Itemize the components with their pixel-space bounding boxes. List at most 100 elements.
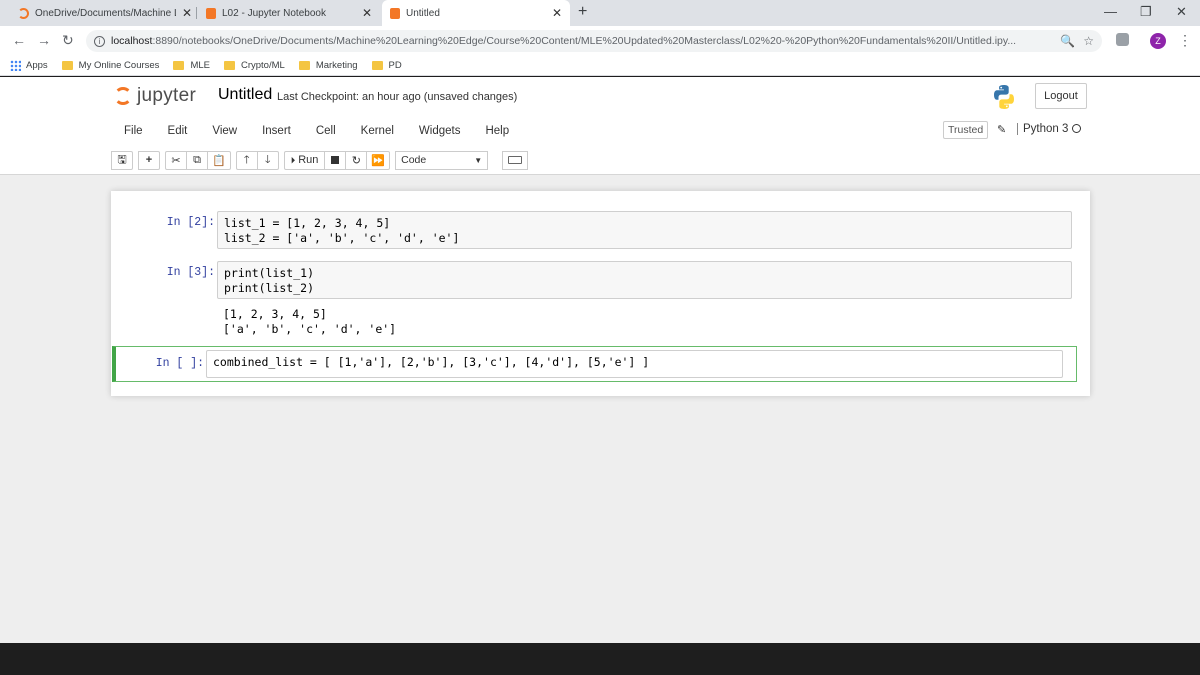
profile-avatar[interactable]: Z [1150, 33, 1166, 49]
close-tab-icon[interactable]: ✕ [362, 6, 372, 20]
checkpoint-status: Last Checkpoint: an hour ago (unsaved ch… [277, 91, 518, 103]
menu-edit[interactable]: Edit [168, 119, 188, 143]
restart-kernel-button[interactable]: ↻ [345, 150, 368, 170]
new-tab-icon[interactable]: + [578, 3, 587, 21]
run-button[interactable]: ⏵ Run [283, 150, 326, 170]
browser-tabstrip: OneDrive/Documents/Machine L ✕ L02 - Jup… [0, 0, 1200, 26]
address-bar-row: ← → ↻ i localhost:8890/notebooks/OneDriv… [0, 26, 1200, 56]
browser-tab-onedrive[interactable]: OneDrive/Documents/Machine L ✕ [10, 0, 200, 26]
move-up-button[interactable]: 🡑 [235, 150, 258, 170]
menu-insert[interactable]: Insert [262, 119, 291, 143]
back-icon[interactable]: ← [12, 32, 26, 48]
restore-icon[interactable]: ❐ [1140, 4, 1152, 20]
browser-menu-icon[interactable]: ⋮ [1178, 32, 1192, 49]
close-window-icon[interactable]: ✕ [1176, 4, 1187, 20]
jupyter-logo[interactable]: jupyter [114, 85, 196, 107]
code-line: list_1 = [1, 2, 3, 4, 5] [224, 216, 391, 230]
browser-tab-untitled[interactable]: Untitled ✕ [382, 0, 570, 26]
code-line: list_2 = ['a', 'b', 'c', 'd', 'e'] [224, 231, 460, 245]
folder-icon [298, 61, 310, 70]
code-cell[interactable]: In [2]: list_1 = [1, 2, 3, 4, 5] list_2 … [123, 209, 1073, 249]
paste-button[interactable]: 📋 [207, 150, 231, 170]
copy-icon: ⧉ [193, 153, 201, 166]
insert-cell-button[interactable]: + [138, 150, 160, 170]
kernel-idle-icon [1072, 124, 1082, 133]
notebook-favicon-icon [206, 7, 216, 19]
edit-mode-pencil-icon: ✎ [997, 124, 1007, 136]
folder-icon [371, 61, 383, 70]
code-cell[interactable]: In [3]: print(list_1) print(list_2) [1, … [123, 259, 1073, 339]
code-input[interactable]: print(list_1) print(list_2) [217, 261, 1072, 299]
code-input[interactable]: combined_list = [ [1,'a'], [2,'b'], [3,'… [206, 350, 1063, 378]
menu-view[interactable]: View [212, 119, 237, 143]
jupyter-header: jupyter Untitled Last Checkpoint: an hou… [0, 77, 1200, 175]
bookmark-apps[interactable]: Apps [10, 60, 48, 71]
stop-icon [331, 156, 340, 164]
forward-icon[interactable]: → [37, 32, 51, 48]
url-path: :8890/notebooks/OneDrive/Documents/Machi… [152, 35, 1017, 47]
input-prompt: In [3]: [166, 266, 215, 279]
menu-widgets[interactable]: Widgets [419, 119, 461, 143]
restart-run-all-button[interactable]: ⏩ [366, 150, 391, 170]
interrupt-button[interactable] [324, 150, 347, 170]
jupyter-favicon-icon [18, 7, 29, 19]
output-line: [1, 2, 3, 4, 5] [223, 307, 327, 321]
command-palette-button[interactable] [502, 150, 529, 170]
menu-kernel[interactable]: Kernel [361, 119, 394, 143]
bookmarks-bar: Apps My Online Courses MLE Crypto/ML Mar… [0, 56, 1200, 76]
kernel-indicator: Python 3 [1017, 123, 1082, 135]
browser-tab-l02[interactable]: L02 - Jupyter Notebook ✕ [198, 0, 380, 26]
cell-type-select[interactable]: Code ▼ [395, 150, 489, 170]
tab-divider [196, 7, 197, 19]
move-down-button[interactable]: 🡓 [256, 150, 279, 170]
menu-help[interactable]: Help [485, 119, 509, 143]
notebook-name[interactable]: Untitled [218, 86, 272, 104]
cut-button[interactable]: ✂ [165, 150, 187, 170]
code-line: combined_list = [ [1,'a'], [2,'b'], [3,'… [213, 355, 650, 369]
logout-button[interactable]: Logout [1035, 83, 1087, 109]
bookmark-marketing[interactable]: Marketing [298, 60, 358, 71]
code-line: print(list_2) [224, 281, 315, 295]
save-button[interactable]: 🖫 [111, 150, 133, 170]
info-icon[interactable]: i [94, 35, 105, 47]
close-tab-icon[interactable]: ✕ [552, 6, 562, 20]
save-icon: 🖫 [117, 153, 127, 166]
plus-icon: + [145, 154, 153, 166]
jupyter-logo-icon [114, 87, 132, 105]
url-input[interactable]: i localhost:8890/notebooks/OneDrive/Docu… [86, 30, 1102, 52]
letterbox-bar [0, 643, 1200, 675]
extension-icon[interactable] [1116, 33, 1129, 46]
apps-grid-icon [10, 60, 21, 71]
zoom-icon[interactable]: 🔍 [1060, 34, 1075, 48]
folder-icon [173, 61, 185, 70]
input-prompt: In [2]: [166, 216, 215, 229]
bookmark-star-icon[interactable]: ☆ [1083, 34, 1094, 48]
code-input[interactable]: list_1 = [1, 2, 3, 4, 5] list_2 = ['a', … [217, 211, 1072, 249]
step-forward-icon: ⏵ [290, 154, 296, 165]
menu-cell[interactable]: Cell [316, 119, 336, 143]
notebook-toolbar: 🖫 + ✂ ⧉ 📋 🡑 🡓 ⏵ Run ↻ ⏩ Code ▼ [111, 150, 529, 170]
folder-icon [223, 61, 235, 70]
folder-icon [61, 61, 73, 70]
bookmark-crypto-ml[interactable]: Crypto/ML [223, 60, 285, 71]
close-tab-icon[interactable]: ✕ [182, 6, 192, 20]
arrow-down-icon: 🡓 [264, 153, 271, 166]
scissors-icon: ✂ [171, 154, 181, 167]
bookmark-pd[interactable]: PD [371, 60, 402, 71]
bookmark-mle[interactable]: MLE [173, 60, 210, 71]
output-line: ['a', 'b', 'c', 'd', 'e'] [223, 322, 397, 336]
copy-button[interactable]: ⧉ [186, 150, 208, 170]
trusted-badge[interactable]: Trusted [943, 121, 989, 139]
selected-code-cell[interactable]: In [ ]: combined_list = [ [1,'a'], [2,'b… [112, 346, 1077, 382]
fast-forward-icon: ⏩ [371, 154, 386, 167]
keyboard-icon [508, 156, 523, 164]
reload-icon[interactable]: ↻ [62, 32, 74, 49]
code-line: print(list_1) [224, 266, 315, 280]
minimize-icon[interactable]: — [1104, 4, 1117, 19]
menu-file[interactable]: File [124, 119, 143, 143]
bookmark-my-online-courses[interactable]: My Online Courses [61, 60, 159, 71]
paste-icon: 📋 [212, 154, 226, 167]
cell-output: [1, 2, 3, 4, 5] ['a', 'b', 'c', 'd', 'e'… [223, 307, 396, 337]
restart-icon: ↻ [351, 154, 362, 167]
notebook-container: In [2]: list_1 = [1, 2, 3, 4, 5] list_2 … [111, 191, 1090, 396]
